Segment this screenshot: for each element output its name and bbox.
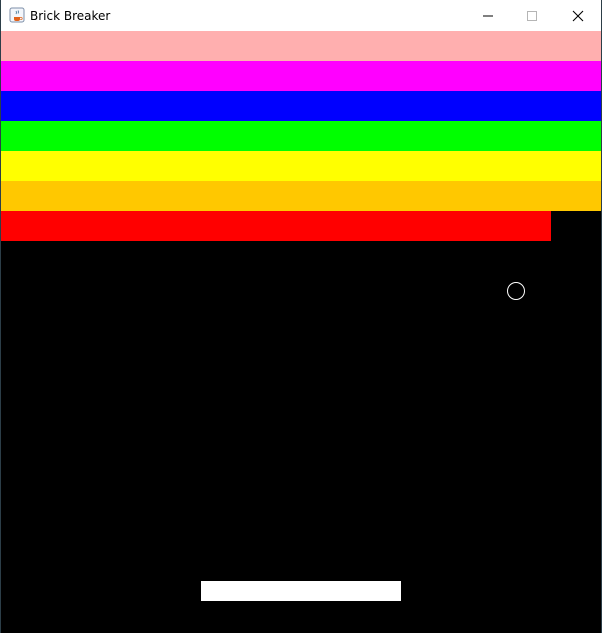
brick-row	[1, 91, 601, 121]
app-window: Brick Breaker	[0, 0, 602, 633]
brick-row	[1, 61, 601, 91]
maximize-icon	[527, 10, 537, 21]
brick-row	[1, 151, 601, 181]
paddle[interactable]	[201, 581, 401, 601]
minimize-icon	[483, 15, 493, 16]
game-board[interactable]	[1, 31, 601, 633]
maximize-button[interactable]	[509, 0, 555, 31]
brick-row	[1, 121, 601, 151]
minimize-button[interactable]	[465, 0, 511, 31]
close-button[interactable]	[555, 0, 601, 31]
close-icon	[572, 10, 584, 21]
brick-row	[1, 181, 601, 211]
java-cup-icon	[9, 7, 25, 23]
ball	[507, 282, 525, 300]
brick-row	[1, 31, 601, 61]
brick-row	[1, 211, 551, 241]
window-title: Brick Breaker	[30, 9, 111, 23]
title-bar[interactable]: Brick Breaker	[1, 0, 601, 31]
